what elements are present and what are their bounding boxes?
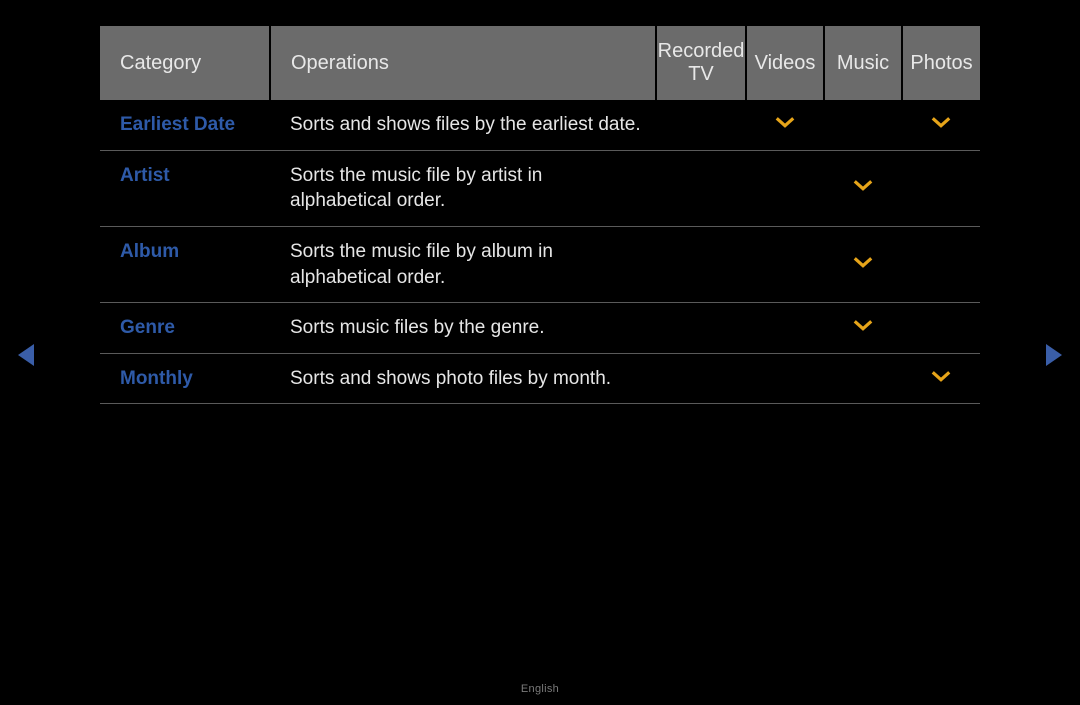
row-mark-photos	[902, 353, 980, 404]
row-mark-music	[824, 100, 902, 150]
header-photos: Photos	[902, 26, 980, 100]
row-operation: Sorts and shows photo files by month.	[270, 353, 656, 404]
table-row: ArtistSorts the music file by artist in …	[100, 150, 980, 226]
row-category: Genre	[100, 303, 270, 354]
sort-options-table: Category Operations Recorded TV Videos M…	[100, 26, 980, 404]
row-mark-recorded-tv	[656, 353, 746, 404]
row-category: Monthly	[100, 353, 270, 404]
header-category: Category	[100, 26, 270, 100]
row-mark-videos	[746, 150, 824, 226]
row-operation: Sorts music files by the genre.	[270, 303, 656, 354]
table-row: MonthlySorts and shows photo files by mo…	[100, 353, 980, 404]
row-mark-videos	[746, 353, 824, 404]
row-mark-photos	[902, 150, 980, 226]
table-row: Earliest DateSorts and shows files by th…	[100, 100, 980, 150]
row-category: Earliest Date	[100, 100, 270, 150]
chevron-down-icon	[930, 114, 952, 130]
header-operations: Operations	[270, 26, 656, 100]
footer-language: English	[0, 683, 1080, 695]
chevron-down-icon	[852, 254, 874, 270]
row-mark-videos	[746, 303, 824, 354]
manual-page: Category Operations Recorded TV Videos M…	[0, 0, 1080, 705]
row-mark-recorded-tv	[656, 226, 746, 302]
header-videos: Videos	[746, 26, 824, 100]
next-page-arrow[interactable]	[1046, 344, 1062, 366]
row-category: Album	[100, 226, 270, 302]
row-mark-music	[824, 226, 902, 302]
chevron-down-icon	[930, 368, 952, 384]
row-operation: Sorts and shows files by the earliest da…	[270, 100, 656, 150]
row-mark-recorded-tv	[656, 303, 746, 354]
row-mark-videos	[746, 100, 824, 150]
row-mark-music	[824, 353, 902, 404]
row-mark-photos	[902, 100, 980, 150]
chevron-down-icon	[852, 317, 874, 333]
table-header-row: Category Operations Recorded TV Videos M…	[100, 26, 980, 100]
chevron-down-icon	[852, 177, 874, 193]
table-row: AlbumSorts the music file by album in al…	[100, 226, 980, 302]
sort-options-table-wrap: Category Operations Recorded TV Videos M…	[100, 26, 980, 404]
row-mark-videos	[746, 226, 824, 302]
row-mark-music	[824, 303, 902, 354]
row-mark-photos	[902, 303, 980, 354]
row-operation: Sorts the music file by artist in alphab…	[270, 150, 656, 226]
table-row: GenreSorts music files by the genre.	[100, 303, 980, 354]
header-recorded-tv: Recorded TV	[656, 26, 746, 100]
row-category: Artist	[100, 150, 270, 226]
row-mark-music	[824, 150, 902, 226]
chevron-down-icon	[774, 114, 796, 130]
row-mark-recorded-tv	[656, 100, 746, 150]
row-mark-photos	[902, 226, 980, 302]
row-mark-recorded-tv	[656, 150, 746, 226]
prev-page-arrow[interactable]	[18, 344, 34, 366]
row-operation: Sorts the music file by album in alphabe…	[270, 226, 656, 302]
header-music: Music	[824, 26, 902, 100]
